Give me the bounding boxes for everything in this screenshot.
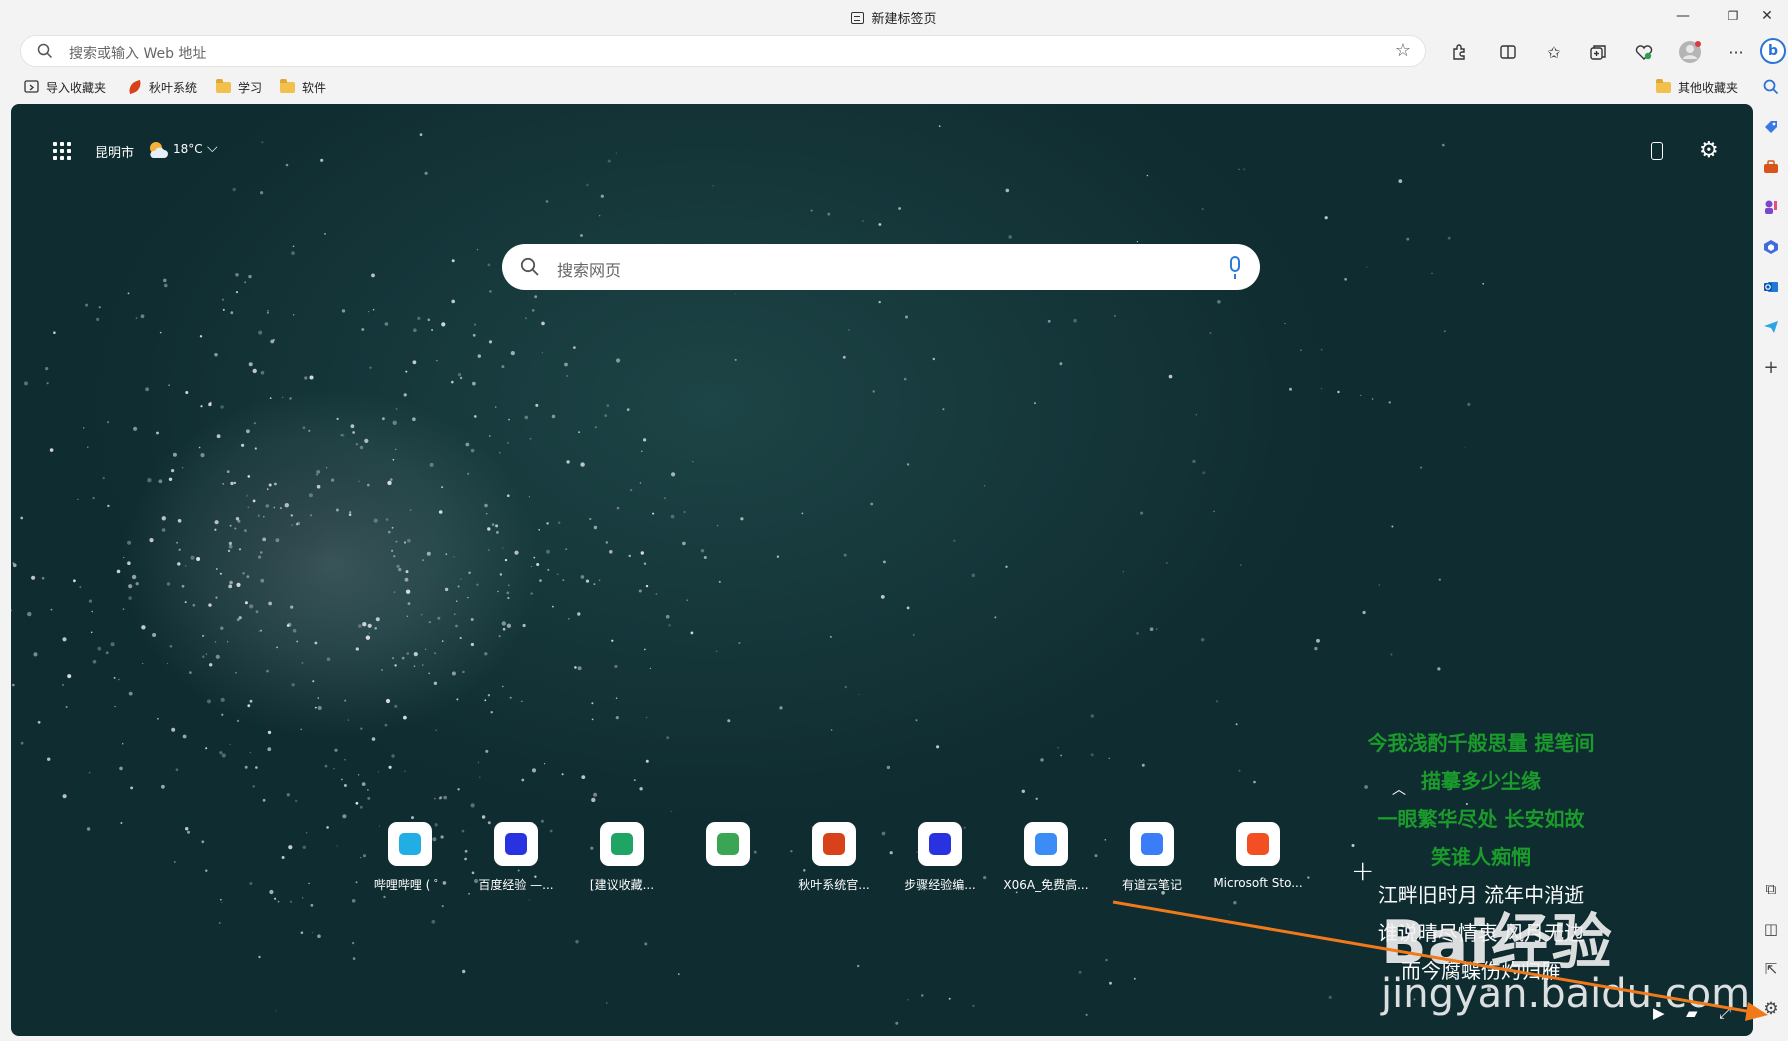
partly-cloudy-icon[interactable]: [147, 140, 169, 160]
quick-link-label: 秋叶系统官...: [798, 878, 870, 892]
add-sidebar-app-icon[interactable]: +: [1762, 357, 1780, 378]
sheet-icon: [600, 822, 644, 866]
shopping-tag-icon[interactable]: [1762, 118, 1780, 136]
browser-essentials-icon[interactable]: [1630, 38, 1658, 66]
games-icon[interactable]: [1762, 198, 1780, 216]
quick-link-tile[interactable]: X06A_免费高...: [994, 822, 1098, 893]
ms-store-icon: [1236, 822, 1280, 866]
extensions-icon[interactable]: [1446, 38, 1474, 66]
minimize-button[interactable]: —: [1660, 4, 1706, 28]
folder-icon: [216, 78, 231, 93]
weather-temperature[interactable]: 18°C: [173, 142, 203, 156]
app-launcher-icon[interactable]: [53, 142, 71, 160]
more-options-icon[interactable]: ···: [1722, 38, 1750, 66]
quick-link-tile[interactable]: 有道云笔记: [1100, 822, 1204, 893]
open-external-icon[interactable]: ⇱: [1762, 960, 1780, 978]
play-icon[interactable]: ▶: [1653, 1004, 1665, 1022]
sidebar-settings-gear-icon[interactable]: ⚙: [1762, 999, 1780, 1019]
bookmark-import[interactable]: 导入收藏夹: [24, 76, 106, 98]
search-icon: [37, 43, 53, 59]
mobile-phone-icon[interactable]: [1651, 142, 1663, 160]
baidu-icon: [494, 822, 538, 866]
folder-icon: [1656, 78, 1671, 93]
search-placeholder: 搜索网页: [557, 261, 622, 280]
lyric-line: 今我浅酌千般思量 提笔间: [1367, 731, 1595, 755]
import-icon: [24, 80, 39, 93]
grid-app-icon: [706, 822, 750, 866]
quick-link-label: 步骤经验编...: [904, 878, 976, 892]
bookmark-qiuye[interactable]: 秋叶系统: [126, 76, 198, 98]
page-settings-gear-icon[interactable]: ⚙: [1699, 138, 1719, 163]
web-search-box[interactable]: 搜索网页: [502, 244, 1260, 290]
quick-link-tile[interactable]: [676, 822, 780, 876]
leaf-icon: [126, 79, 144, 95]
bookmark-label: 导入收藏夹: [46, 80, 107, 95]
screenshot-icon[interactable]: ⧉: [1762, 880, 1780, 898]
bookmark-other-folder[interactable]: 其他收藏夹: [1656, 76, 1738, 98]
sidebar-toggle-icon[interactable]: ◫: [1762, 920, 1780, 938]
fullscreen-icon[interactable]: ⤢: [1719, 1004, 1731, 1022]
search-icon[interactable]: [1762, 78, 1780, 96]
quick-link-tile[interactable]: 步骤经验编...: [888, 822, 992, 893]
address-bar[interactable]: 搜索或输入 Web 地址 ☆: [20, 35, 1426, 67]
baidu-icon: [918, 822, 962, 866]
search-icon: [520, 257, 539, 276]
chevron-down-icon[interactable]: ⌵: [207, 140, 218, 156]
bookmark-label: 其他收藏夹: [1678, 80, 1739, 95]
new-tab-page: 昆明市 18°C ⌵ ⚙ 搜索网页 ︿ 哔哩哔哩 ( ゜百度经验 —... [建议…: [11, 104, 1753, 1036]
tab-title[interactable]: 新建标签页: [0, 8, 1788, 27]
address-placeholder: 搜索或输入 Web 地址: [69, 46, 207, 62]
quick-link-tile[interactable]: 百度经验 —...: [464, 822, 568, 893]
tab-title-text: 新建标签页: [871, 12, 937, 27]
bookmark-label: 软件: [302, 80, 327, 95]
favorite-star-icon[interactable]: ☆: [1395, 40, 1411, 61]
bookmark-folder-software[interactable]: 软件: [280, 76, 326, 98]
tools-briefcase-icon[interactable]: [1762, 158, 1780, 176]
quick-link-tile[interactable]: 哔哩哔哩 ( ゜: [358, 822, 462, 893]
profile-avatar[interactable]: [1676, 38, 1704, 66]
office-icon[interactable]: [1762, 238, 1780, 256]
image-info-icon[interactable]: ▰: [1686, 1004, 1698, 1022]
split-screen-icon[interactable]: [1494, 38, 1522, 66]
outlook-icon[interactable]: [1762, 278, 1780, 296]
collections-icon[interactable]: [1584, 38, 1612, 66]
lyric-line: 一眼繁华尽处 长安如故: [1377, 807, 1585, 831]
folder-icon: [280, 78, 295, 93]
bookmark-folder-study[interactable]: 学习: [216, 76, 262, 98]
tab-page-icon: [851, 12, 865, 24]
quick-link-tile[interactable]: [建议收藏...: [570, 822, 674, 893]
quick-link-tile[interactable]: 秋叶系统官...: [782, 822, 886, 893]
bookmark-label: 秋叶系统: [149, 80, 198, 95]
lyric-line: 描摹多少尘缘: [1421, 769, 1541, 793]
microphone-icon[interactable]: [1230, 256, 1240, 279]
send-icon[interactable]: [1762, 318, 1780, 336]
youdao-note-icon: [1130, 822, 1174, 866]
leaf-icon: [812, 822, 856, 866]
close-button[interactable]: ✕: [1744, 4, 1788, 28]
favorites-icon[interactable]: ✩: [1540, 38, 1568, 66]
bilibili-icon: [388, 822, 432, 866]
weather-city[interactable]: 昆明市: [95, 142, 134, 161]
quick-link-label: [建议收藏...: [589, 878, 655, 892]
title-bar: 新建标签页 — ❐ ✕: [0, 0, 1788, 32]
quick-link-label: 哔哩哔哩 ( ゜: [373, 878, 447, 892]
quick-link-label: 百度经验 —...: [478, 878, 554, 892]
bookmark-label: 学习: [238, 80, 263, 95]
copilot-bing-icon[interactable]: b: [1760, 38, 1786, 64]
right-sidebar: + ⧉ ◫ ⇱ ⚙: [1754, 32, 1788, 1041]
watermark: Bai经验 jingyan.baidu.com: [1381, 894, 1750, 1017]
watermark-logo: Bai经验: [1381, 908, 1613, 978]
baidu-netdisk-icon: [1024, 822, 1068, 866]
quick-link-tile[interactable]: Microsoft Sto...: [1206, 822, 1310, 890]
lyric-line: 笑谁人痴惘: [1431, 845, 1531, 869]
quick-link-label: X06A_免费高...: [1003, 878, 1089, 892]
quick-link-label: 有道云笔记: [1121, 878, 1182, 892]
quick-link-label: Microsoft Sto...: [1213, 876, 1303, 890]
